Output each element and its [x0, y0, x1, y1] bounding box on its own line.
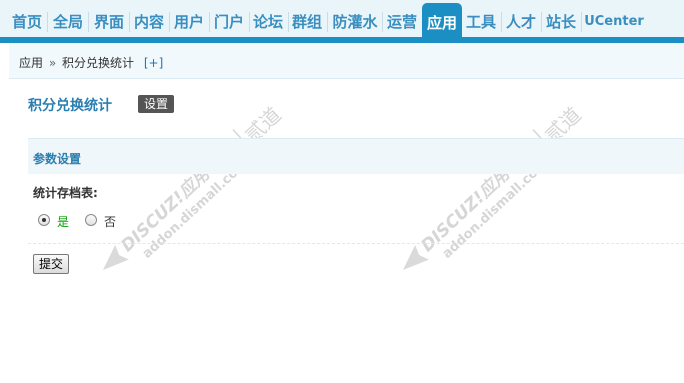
add-shortcut-link[interactable]: [+] — [144, 56, 163, 70]
nav-separator — [382, 12, 383, 32]
breadcrumb-current: 积分兑换统计 — [62, 56, 135, 70]
nav-item-interface[interactable]: 界面 — [91, 9, 127, 37]
nav-separator — [129, 12, 130, 32]
nav-item-home[interactable]: 首页 — [9, 9, 45, 37]
nav-item-group[interactable]: 群组 — [289, 9, 325, 37]
nav-separator — [47, 12, 48, 32]
breadcrumb-root-link[interactable]: 应用 — [19, 56, 43, 70]
nav-item-operation[interactable]: 运营 — [384, 9, 420, 37]
page-title: 积分兑换统计 — [28, 98, 112, 114]
nav-separator — [327, 12, 328, 32]
nav-item-apps[interactable]: 应用 — [422, 3, 462, 43]
nav-item-webmaster[interactable]: 站长 — [543, 9, 579, 37]
section-title: 参数设置 — [33, 152, 82, 166]
nav-separator — [169, 12, 170, 32]
watermark-left: DISCUZ!应用中心 addon.dismall.com 贰道 — [103, 102, 286, 270]
nav-item-forum[interactable]: 论坛 — [250, 9, 286, 37]
nav-item-talent[interactable]: 人才 — [503, 9, 539, 37]
nav-item-portal[interactable]: 门户 — [211, 9, 247, 37]
nav-item-user[interactable]: 用户 — [171, 9, 207, 37]
breadcrumb-separator: » — [48, 56, 57, 70]
settings-tab-badge[interactable]: 设置 — [138, 95, 175, 113]
section-header: 参数设置 — [28, 138, 684, 174]
nav-separator — [581, 12, 582, 32]
radio-yes-label[interactable]: 是 — [57, 213, 69, 230]
nav-separator — [88, 12, 89, 32]
breadcrumb-trail: 应用 » 积分兑换统计 [+] — [19, 54, 163, 71]
nav-item-global[interactable]: 全局 — [50, 9, 86, 37]
nav-item-ucenter[interactable]: UCenter — [584, 9, 644, 37]
watermark-right: DISCUZ!应用中心 addon.dismall.com 贰道 — [403, 102, 586, 270]
form-divider — [28, 243, 684, 244]
radio-yes[interactable] — [38, 214, 50, 226]
nav-separator — [501, 12, 502, 32]
nav-separator — [209, 12, 210, 32]
nav-item-content[interactable]: 内容 — [131, 9, 167, 37]
radio-no[interactable] — [85, 214, 97, 226]
radio-no-label[interactable]: 否 — [104, 213, 116, 230]
nav-separator — [541, 12, 542, 32]
submit-button[interactable]: 提交 — [33, 254, 69, 274]
breadcrumb: 应用 » 积分兑换统计 [+] — [9, 43, 684, 79]
archive-table-label: 统计存档表: — [33, 186, 98, 200]
nav-item-antispam[interactable]: 防灌水 — [330, 9, 380, 37]
nav-item-tools[interactable]: 工具 — [463, 9, 499, 37]
top-navigation: 首页 全局 界面 内容 用户 门户 论坛 群组 防灌水 运营 应用 工具 人才 … — [0, 0, 684, 43]
